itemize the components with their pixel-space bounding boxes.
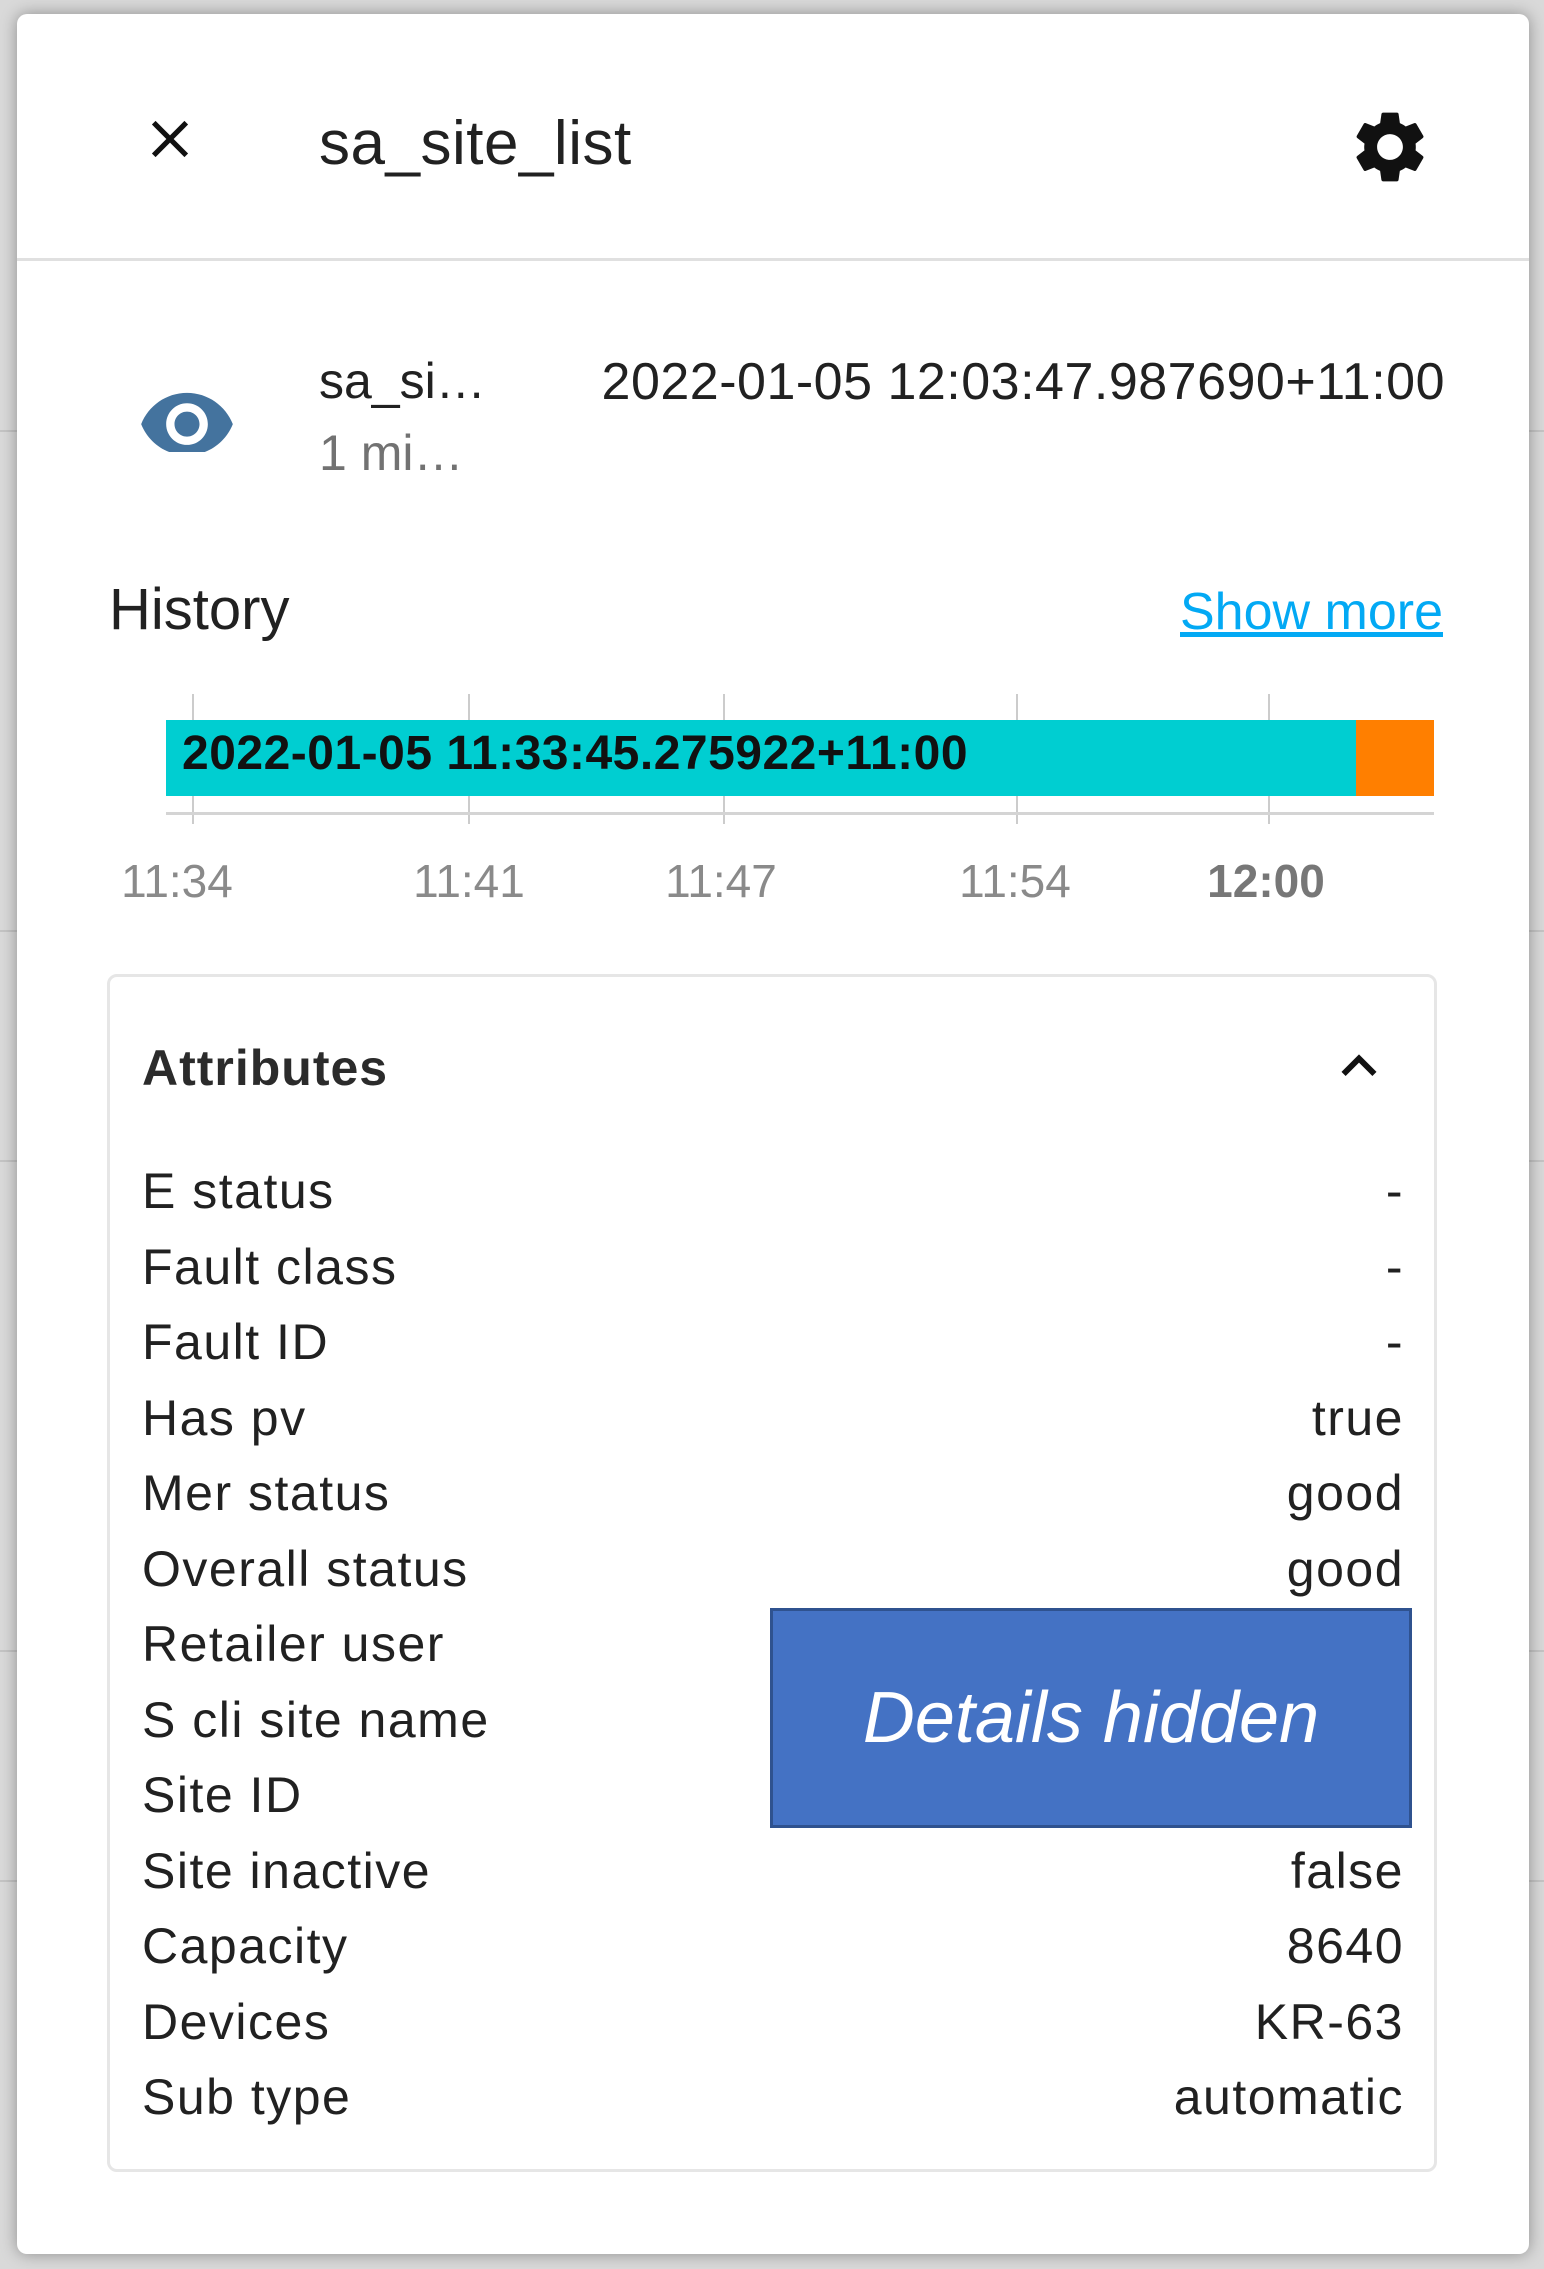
entity-name: sa_si… <box>319 353 486 409</box>
attribute-key: E status <box>142 1163 335 1219</box>
history-timeline[interactable]: 2022-01-05 11:33:45.275922+11:00 11:34 1… <box>17 694 1529 914</box>
attribute-value: good <box>1286 1540 1404 1597</box>
close-button[interactable] <box>115 84 225 194</box>
attribute-key: Capacity <box>142 1918 349 1974</box>
attribute-key: Fault ID <box>142 1314 330 1370</box>
attribute-row: Fault ID - <box>142 1313 1404 1389</box>
timeline-tick-label: 12:00 <box>1207 855 1325 907</box>
attribute-row: Site inactive false <box>142 1842 1404 1918</box>
settings-button[interactable] <box>1335 92 1445 202</box>
close-icon <box>151 120 189 158</box>
eye-icon <box>141 392 233 452</box>
attribute-key: Mer status <box>142 1465 391 1521</box>
attribute-row: Mer status good <box>142 1464 1404 1540</box>
timeline-tick-label: 11:47 <box>665 855 777 907</box>
attribute-key: Retailer user <box>142 1616 445 1672</box>
attribute-value: - <box>1385 1314 1404 1370</box>
attributes-title: Attributes <box>142 1040 389 1096</box>
attribute-row: Devices KR-63 <box>142 1993 1404 2069</box>
attribute-key: Has pv <box>142 1389 307 1446</box>
more-info-dialog: sa_site_list sa_si… 1 mi… 2022-01-05 12:… <box>17 14 1529 2254</box>
attribute-value: - <box>1385 1238 1404 1295</box>
last-changed: 1 mi… <box>319 425 464 481</box>
timeline-tick-label: 11:41 <box>413 855 525 907</box>
timeline-tick-label: 11:34 <box>121 855 233 907</box>
timeline-bar-segment[interactable] <box>1356 720 1434 796</box>
history-heading: History <box>109 577 290 642</box>
attribute-value: 8640 <box>1286 1918 1404 1974</box>
state-row[interactable]: sa_si… 1 mi… 2022-01-05 12:03:47.987690+… <box>17 344 1529 494</box>
attribute-key: Overall status <box>142 1540 469 1597</box>
show-more-link[interactable]: Show more <box>1180 582 1443 642</box>
attribute-row: Capacity 8640 <box>142 1917 1404 1993</box>
timeline-axis <box>166 812 1434 815</box>
gear-icon <box>1356 112 1424 182</box>
attribute-key: S cli site name <box>142 1691 490 1748</box>
chevron-up-icon <box>1341 1054 1377 1076</box>
state-value: 2022-01-05 12:03:47.987690+11:00 <box>601 353 1445 411</box>
attribute-key: Site ID <box>142 1767 303 1823</box>
attribute-row: Sub type automatic <box>142 2068 1404 2144</box>
attribute-value: automatic <box>1173 2069 1404 2125</box>
redaction-box: Details hidden <box>770 1608 1412 1828</box>
attribute-key: Sub type <box>142 2069 352 2125</box>
attribute-key: Site inactive <box>142 1842 432 1899</box>
attributes-header[interactable]: Attributes <box>110 977 1434 1147</box>
attribute-row: E status - <box>142 1162 1404 1238</box>
attribute-value: - <box>1385 1163 1404 1219</box>
dialog-header: sa_site_list <box>17 14 1529 261</box>
redaction-label: Details hidden <box>862 1678 1320 1758</box>
attribute-key: Fault class <box>142 1238 398 1295</box>
timeline-tick-label: 11:54 <box>959 855 1071 907</box>
timeline-bar-label: 2022-01-05 11:33:45.275922+11:00 <box>182 727 969 780</box>
attributes-panel: Attributes E status - Fault class - Faul… <box>107 974 1437 2172</box>
attribute-value: true <box>1311 1389 1404 1446</box>
attribute-row: Overall status good <box>142 1540 1404 1616</box>
attribute-row: Fault class - <box>142 1238 1404 1314</box>
attribute-key: Devices <box>142 1993 331 2050</box>
attribute-value: false <box>1290 1842 1404 1899</box>
attribute-value: KR-63 <box>1254 1993 1404 2050</box>
attribute-value: good <box>1286 1465 1404 1521</box>
attribute-row: Has pv true <box>142 1389 1404 1465</box>
dialog-title: sa_site_list <box>319 109 632 178</box>
